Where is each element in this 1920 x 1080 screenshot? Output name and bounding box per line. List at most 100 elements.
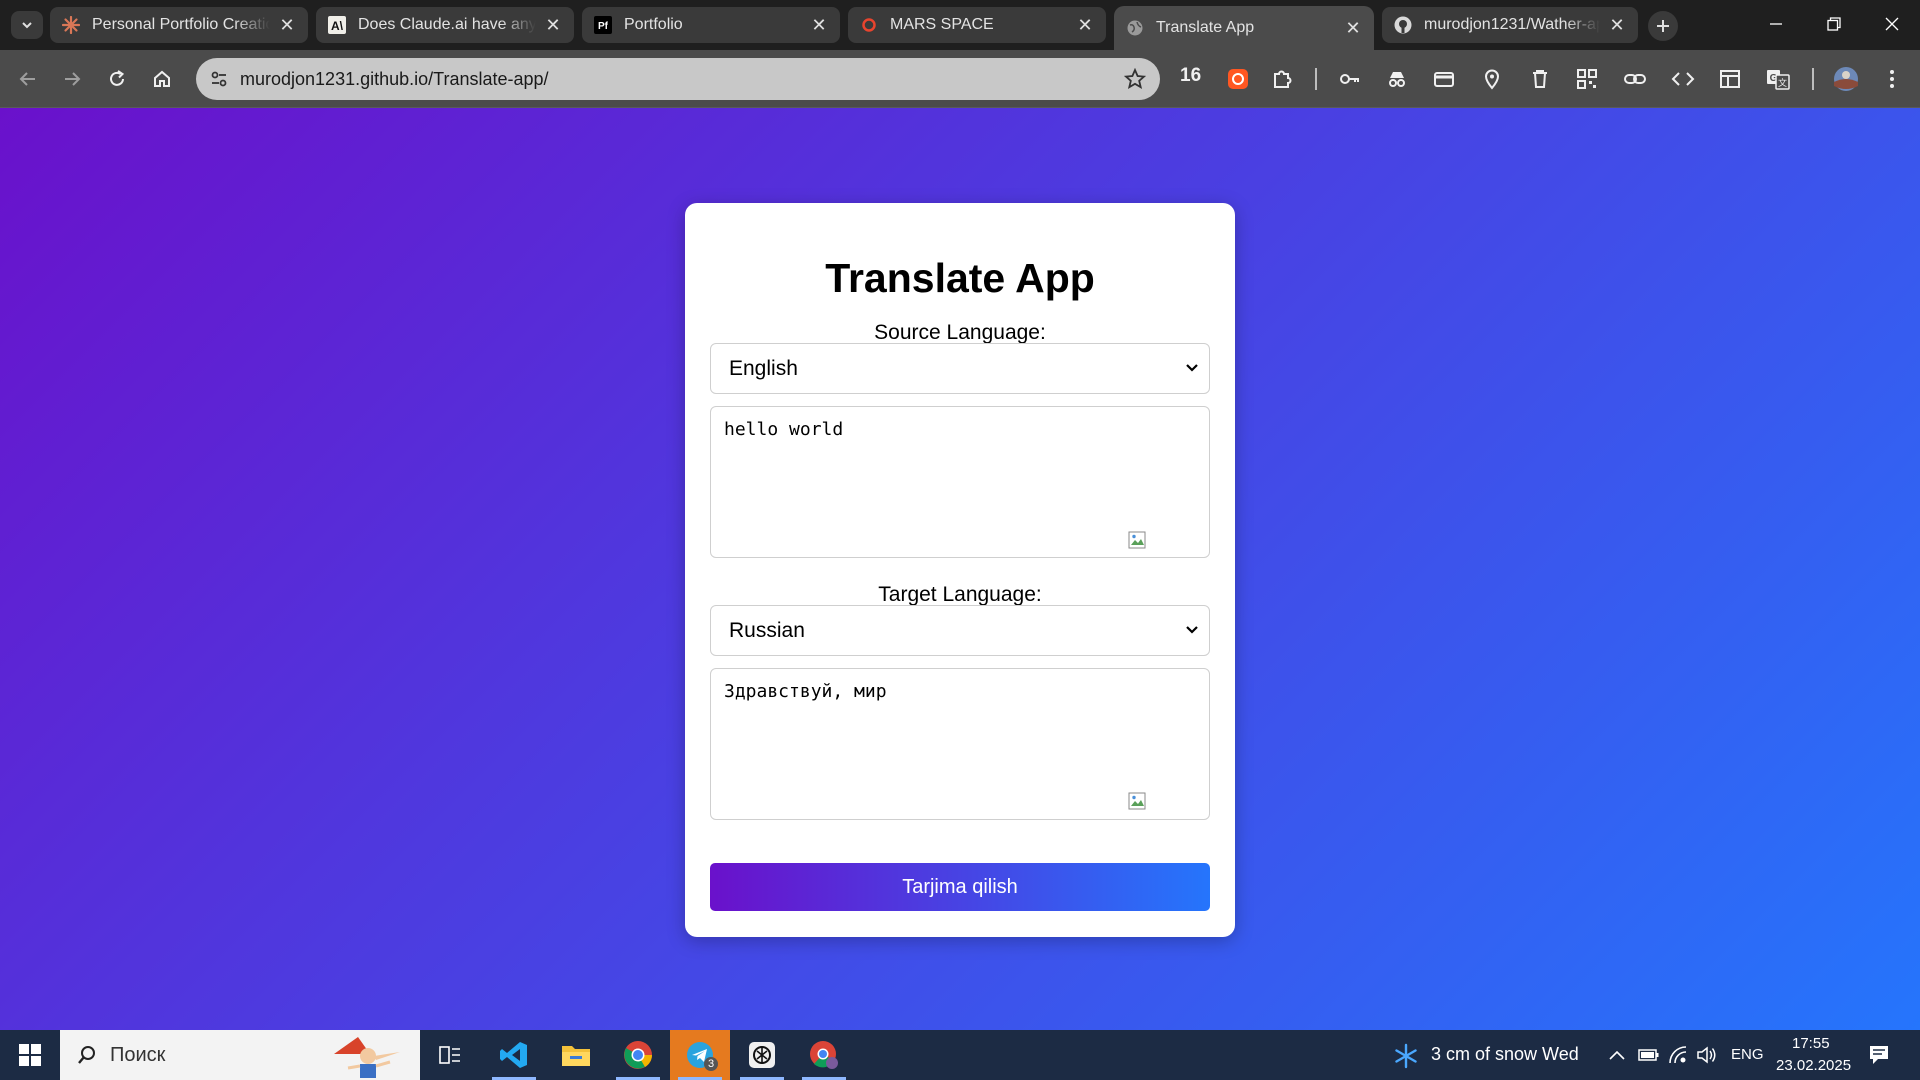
credit-card-icon: [1434, 72, 1454, 87]
extension-counter-badge[interactable]: 16: [1180, 65, 1201, 87]
github-icon: [1394, 16, 1412, 34]
broken-image-icon[interactable]: [1128, 531, 1148, 551]
clear-data-button[interactable]: [1524, 63, 1556, 95]
table-layout-icon: [1720, 70, 1740, 88]
target-language-select[interactable]: Russian: [710, 605, 1210, 656]
profile-button[interactable]: [1830, 63, 1862, 95]
page-title: Translate App: [825, 255, 1095, 301]
browser-toolbar: murodjon1231.github.io/Translate-app/ 16…: [0, 50, 1920, 108]
close-icon[interactable]: ✕: [1608, 15, 1626, 35]
new-tab-button[interactable]: [1648, 11, 1678, 41]
password-manager-button[interactable]: [1334, 63, 1366, 95]
translate-button[interactable]: Tarjima qilish: [710, 863, 1210, 911]
clock-time[interactable]: 17:55: [1792, 1035, 1830, 1052]
url-text: murodjon1231.github.io/Translate-app/: [240, 68, 549, 89]
page-viewport: Translate App Source Language: English h…: [0, 108, 1920, 1030]
extension-record-button[interactable]: [1222, 63, 1254, 95]
clock-date[interactable]: 23.02.2025: [1776, 1057, 1851, 1074]
record-icon: [1228, 69, 1248, 89]
globe-icon: [1126, 19, 1144, 37]
taskbar-search-placeholder: Поиск: [110, 1043, 166, 1066]
tab-search-button[interactable]: [11, 11, 43, 39]
devtools-button[interactable]: [1667, 63, 1699, 95]
broken-image-alt-text: e: [1198, 527, 1210, 549]
close-window-button[interactable]: [1864, 0, 1920, 48]
taskbar-search-box[interactable]: Поиск: [60, 1030, 420, 1080]
tab-title: Translate App: [1156, 19, 1255, 36]
arrow-right-icon: [65, 72, 81, 86]
restore-button[interactable]: [1806, 0, 1862, 48]
toolbar-divider: [1812, 68, 1814, 90]
taskbar-chrome[interactable]: [608, 1030, 668, 1080]
code-icon: [1671, 72, 1695, 86]
weather-snowflake-icon[interactable]: [1393, 1043, 1419, 1069]
reading-mode-button[interactable]: [1714, 63, 1746, 95]
volume-icon[interactable]: [1696, 1045, 1718, 1065]
taskbar-chatgpt[interactable]: [732, 1030, 792, 1080]
payment-methods-button[interactable]: [1428, 63, 1460, 95]
arrow-left-icon: [19, 72, 35, 86]
weather-text[interactable]: 3 cm of snow Wed: [1431, 1044, 1579, 1065]
wifi-icon[interactable]: [1668, 1045, 1688, 1065]
toolbar-divider: [1315, 68, 1317, 90]
tab-portfolio[interactable]: Pf Portfolio ✕: [582, 7, 840, 43]
chrome-menu-button[interactable]: [1876, 63, 1908, 95]
start-button[interactable]: [0, 1030, 60, 1080]
reload-icon: [110, 70, 125, 86]
source-language-value: English: [729, 356, 798, 380]
target-language-label: Target Language:: [878, 583, 1042, 606]
key-icon: [1340, 74, 1359, 84]
tab-personal-portfolio[interactable]: Personal Portfolio Creation ✕: [50, 7, 308, 43]
incognito-button[interactable]: [1381, 63, 1413, 95]
close-icon[interactable]: ✕: [1076, 15, 1094, 35]
notifications-icon[interactable]: [1868, 1044, 1890, 1066]
site-settings-icon[interactable]: [208, 68, 230, 90]
svg-text:Pf: Pf: [598, 21, 609, 32]
taskbar-vscode[interactable]: [484, 1030, 544, 1080]
trash-icon: [1533, 70, 1547, 88]
search-highlight-character-icon: [334, 1037, 400, 1078]
home-icon: [154, 70, 170, 87]
battery-icon[interactable]: [1638, 1047, 1660, 1063]
google-translate-button[interactable]: G文: [1762, 63, 1794, 95]
tab-translate-app[interactable]: Translate App ✕: [1114, 6, 1374, 50]
task-view-button[interactable]: [420, 1030, 480, 1080]
close-icon[interactable]: ✕: [1344, 18, 1362, 38]
tab-title: murodjon1231/Wather-ap: [1424, 16, 1600, 33]
forward-button[interactable]: [56, 63, 88, 95]
restore-icon: [1827, 17, 1841, 31]
taskbar-file-explorer[interactable]: [546, 1030, 606, 1080]
reload-button[interactable]: [101, 63, 133, 95]
location-pin-icon: [1484, 69, 1500, 90]
copy-link-button[interactable]: [1619, 63, 1651, 95]
tab-github-weather[interactable]: murodjon1231/Wather-ap ✕: [1382, 7, 1638, 43]
source-language-select[interactable]: English: [710, 343, 1210, 394]
bookmark-star-icon[interactable]: [1123, 67, 1147, 95]
chrome-profile-icon: [810, 1041, 838, 1069]
qr-code-button[interactable]: [1571, 63, 1603, 95]
extensions-button[interactable]: [1266, 63, 1298, 95]
minimize-button[interactable]: [1748, 0, 1804, 48]
tab-mars-space[interactable]: MARS SPACE ✕: [848, 7, 1106, 43]
tab-title: Personal Portfolio Creation: [92, 16, 270, 33]
puzzle-icon: [1274, 70, 1292, 88]
taskbar-telegram[interactable]: 3: [670, 1030, 730, 1080]
close-icon[interactable]: ✕: [278, 15, 296, 35]
taskbar-chrome-profile[interactable]: [794, 1030, 854, 1080]
chevron-up-icon[interactable]: [1608, 1048, 1626, 1062]
input-language-indicator[interactable]: ENG: [1731, 1046, 1764, 1063]
windows-logo-icon: [19, 1044, 41, 1066]
tab-title: Does Claude.ai have any m: [358, 16, 536, 33]
broken-image-icon[interactable]: [1128, 792, 1148, 812]
home-button[interactable]: [146, 63, 178, 95]
tab-claude-question[interactable]: A\ Does Claude.ai have any m ✕: [316, 7, 574, 43]
tab-strip: Personal Portfolio Creation ✕ A\ Does Cl…: [0, 0, 1920, 50]
close-icon[interactable]: ✕: [544, 15, 562, 35]
close-icon[interactable]: ✕: [810, 15, 828, 35]
claude-icon: [62, 16, 80, 34]
source-language-label: Source Language:: [874, 321, 1046, 344]
back-button[interactable]: [12, 63, 44, 95]
address-bar[interactable]: murodjon1231.github.io/Translate-app/: [196, 58, 1160, 100]
addresses-button[interactable]: [1476, 63, 1508, 95]
portfolio-pf-icon: Pf: [594, 16, 612, 34]
